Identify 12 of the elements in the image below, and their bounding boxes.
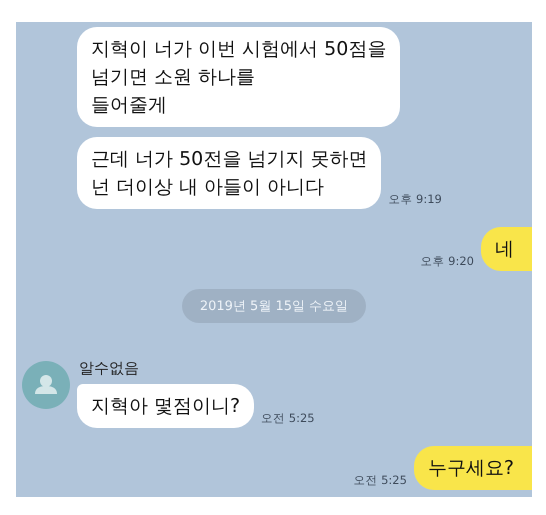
message-bubble: 누구세요? [414, 446, 532, 490]
message-time: 오후 9:19 [388, 192, 442, 207]
message-time: 오전 5:25 [261, 411, 315, 426]
avatar-icon [22, 361, 70, 409]
message-bubble: 근데 너가 50전을 넘기지 못하면 넌 더이상 내 아들이 아니다 [77, 137, 382, 209]
message-bubble: 지혁아 몇점이니? [77, 384, 254, 428]
message-bubble: 네 [481, 227, 532, 271]
sender-name: 알수없음 [79, 359, 140, 378]
date-divider: 2019년 5월 15일 수요일 [182, 289, 366, 323]
message-bubble: 지혁이 너가 이번 시험에서 50점을 넘기면 소원 하나를 들어줄게 [77, 27, 400, 127]
message-time: 오전 5:25 [353, 473, 407, 488]
message-time: 오후 9:20 [420, 254, 474, 269]
